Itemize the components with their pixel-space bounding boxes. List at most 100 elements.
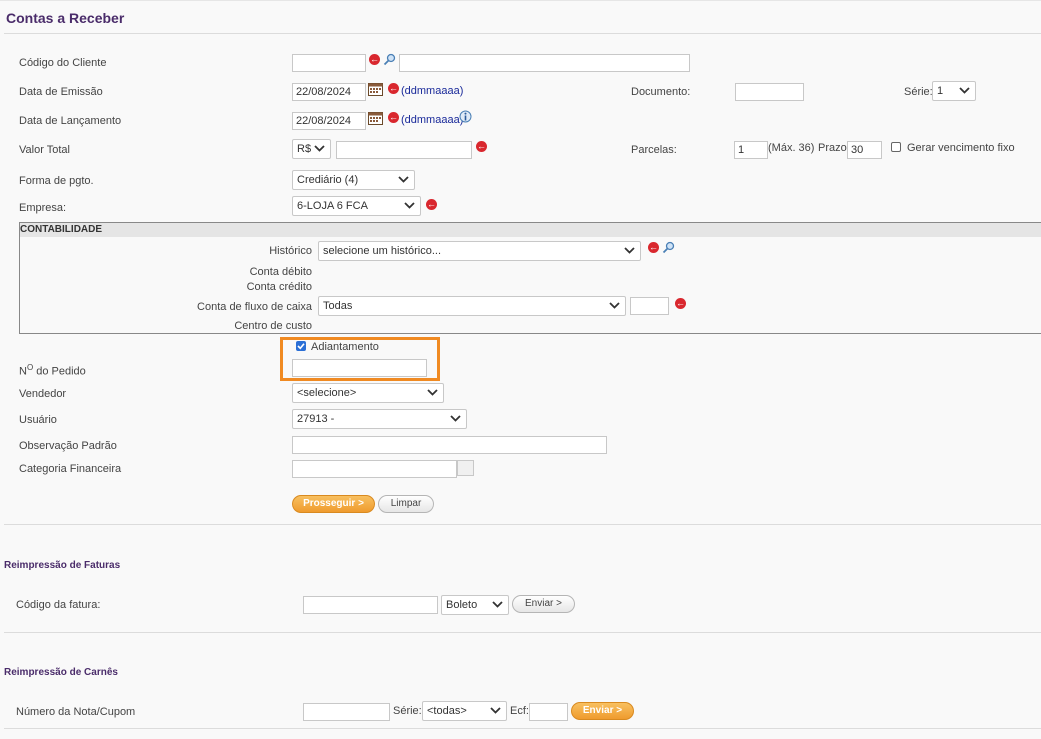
chevron-down-icon [398, 176, 409, 183]
usuario-select[interactable]: 27913 - [292, 409, 467, 429]
ecf-input[interactable] [529, 703, 568, 721]
chevron-down-icon [314, 145, 325, 152]
calendar-icon[interactable] [368, 111, 383, 125]
label-conta-debito: Conta débito [249, 266, 312, 278]
faturas-enviar-button[interactable]: Enviar > [512, 595, 575, 613]
fatura-tipo-value: Boleto [446, 599, 478, 611]
historico-select[interactable]: selecione um histórico... [318, 241, 641, 261]
label-data-emissao: Data de Emissão [19, 86, 103, 98]
categoria-picker-button[interactable] [457, 460, 474, 476]
clear-empresa-icon[interactable]: ← [426, 199, 437, 210]
label-vendedor: Vendedor [19, 388, 67, 400]
chevron-down-icon [404, 202, 415, 209]
label-data-lancamento: Data de Lançamento [19, 115, 122, 127]
contabilidade-header: CONTABILIDADE [20, 223, 1041, 237]
label-gerar-vencimento: Gerar vencimento fixo [907, 142, 1015, 154]
currency-value: R$ [297, 143, 312, 155]
limpar-button[interactable]: Limpar [378, 495, 434, 513]
label-adiantamento: Adiantamento [311, 341, 379, 353]
codigo-fatura-input[interactable] [303, 596, 438, 614]
label-documento: Documento: [631, 86, 691, 98]
serie-select[interactable]: 1 [932, 81, 976, 101]
currency-select[interactable]: R$ [292, 139, 331, 159]
faturas-title: Reimpressão de Faturas [4, 560, 121, 571]
observacao-input[interactable] [292, 436, 607, 454]
label-numero-pedido: NO do Pedido [19, 363, 86, 378]
label-serie: Série: [904, 86, 933, 98]
forma-pgto-value: Crediário (4) [297, 174, 359, 186]
label-centro-custo: Centro de custo [234, 320, 312, 332]
numero-pedido-input[interactable] [292, 359, 427, 377]
nome-cliente-input[interactable] [399, 54, 690, 72]
chevron-down-icon [450, 415, 461, 422]
label-parcelas: Parcelas: [631, 144, 677, 156]
prazo-input[interactable]: 30 [847, 141, 882, 159]
parcelas-input[interactable]: 1 [734, 141, 768, 159]
label-codigo-cliente: Código do Cliente [19, 57, 107, 69]
conta-fluxo-select[interactable]: Todas [318, 296, 626, 316]
empresa-select[interactable]: 6-LOJA 6 FCA [292, 196, 421, 216]
search-icon[interactable] [662, 241, 675, 254]
clear-valor-icon[interactable]: ← [476, 141, 487, 152]
chevron-down-icon [427, 389, 438, 396]
carnes-enviar-button[interactable]: Enviar > [571, 702, 634, 720]
label-valor-total: Valor Total [19, 144, 70, 156]
label-forma-pgto: Forma de pgto. [19, 175, 94, 187]
clear-emissao-icon[interactable]: ← [388, 83, 399, 94]
clear-lancamento-icon[interactable]: ← [388, 112, 399, 123]
vendedor-value: <selecione> [297, 387, 357, 399]
contabilidade-box [19, 222, 1041, 334]
clear-fluxo-icon[interactable]: ← [675, 298, 686, 309]
label-ecf: Ecf: [510, 705, 529, 717]
top-border [0, 0, 1041, 1]
conta-fluxo-value: Todas [323, 300, 353, 312]
valor-total-input[interactable] [336, 141, 472, 159]
prosseguir-button[interactable]: Prosseguir > [292, 495, 375, 513]
label-categoria: Categoria Financeira [19, 463, 122, 475]
clear-cliente-icon[interactable]: ← [369, 54, 380, 65]
carnes-serie-select[interactable]: <todas> [422, 701, 507, 721]
label-historico: Histórico [269, 245, 312, 257]
label-numero-nota: Número da Nota/Cupom [16, 706, 136, 718]
page-title: Contas a Receber [6, 10, 125, 26]
forma-pgto-select[interactable]: Crediário (4) [292, 170, 415, 190]
label-usuario: Usuário [19, 414, 57, 426]
parcelas-max-hint: (Máx. 36) [768, 142, 815, 154]
chevron-down-icon [492, 601, 503, 608]
documento-input[interactable] [735, 83, 804, 101]
chevron-down-icon [624, 247, 635, 254]
divider [4, 33, 1041, 34]
usuario-value: 27913 - [297, 413, 335, 425]
conta-fluxo-code-input[interactable] [630, 297, 669, 315]
lancamento-format-hint: (ddmmaaaa) [401, 114, 464, 126]
clear-historico-icon[interactable]: ← [648, 242, 659, 253]
label-prazo: Prazo: [818, 142, 850, 154]
divider [4, 728, 1041, 729]
chevron-down-icon [609, 302, 620, 309]
data-emissao-input[interactable]: 22/08/2024 [292, 83, 366, 101]
chevron-down-icon [959, 87, 970, 94]
info-icon[interactable] [459, 110, 472, 123]
carnes-serie-value: <todas> [427, 705, 467, 717]
carnes-title: Reimpressão de Carnês [4, 667, 118, 678]
label-observacao: Observação Padrão [19, 440, 117, 452]
label-codigo-fatura: Código da fatura: [16, 599, 101, 611]
vendedor-select[interactable]: <selecione> [292, 383, 444, 403]
label-carnes-serie: Série: [393, 705, 422, 717]
numero-nota-input[interactable] [303, 703, 390, 721]
codigo-cliente-input[interactable] [292, 54, 366, 72]
adiantamento-checkbox[interactable] [296, 341, 306, 351]
calendar-icon[interactable] [368, 82, 383, 96]
fatura-tipo-select[interactable]: Boleto [441, 595, 509, 615]
chevron-down-icon [490, 707, 501, 714]
data-lancamento-input[interactable]: 22/08/2024 [292, 112, 366, 130]
divider [4, 524, 1041, 525]
empresa-value: 6-LOJA 6 FCA [297, 200, 368, 212]
divider [4, 632, 1041, 633]
categoria-input[interactable] [292, 460, 457, 478]
label-empresa: Empresa: [19, 202, 67, 214]
serie-value: 1 [937, 85, 944, 97]
search-icon[interactable] [383, 53, 396, 66]
gerar-vencimento-checkbox[interactable] [891, 142, 901, 152]
check-icon [297, 343, 305, 350]
